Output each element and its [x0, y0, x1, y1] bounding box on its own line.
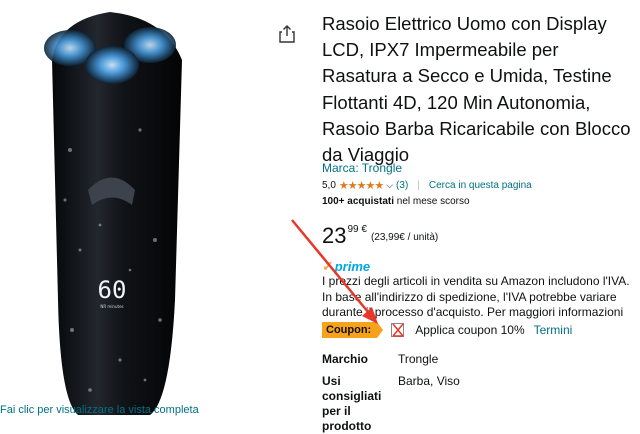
spec-value: Trongle [398, 352, 439, 366]
spec-value: Barba, Viso [398, 374, 460, 388]
rating-row: 5,0 ★★★★★ ⌵ (3) | Cerca in questa pagina [322, 179, 532, 192]
product-image[interactable]: 60 NR minutes [0, 0, 300, 415]
display-subtext: NR minutes [100, 304, 123, 309]
spec-row: Usi consigliati per il prodotto Barba, V… [322, 374, 460, 434]
search-page-link[interactable]: Cerca in questa pagina [429, 180, 532, 191]
price-whole: 23 [322, 223, 347, 248]
product-image-panel[interactable]: 60 NR minutes Fai clic per visualizzare … [0, 0, 300, 416]
product-specs: Marchio Trongle Usi consigliati per il p… [322, 352, 460, 434]
price-fraction: 99 € [347, 224, 367, 235]
purchases-count: 100+ acquistati [322, 196, 394, 207]
rating-stars[interactable]: ★★★★★ [339, 179, 384, 192]
display-reading: 60 [98, 276, 127, 304]
coupon-terms-link[interactable]: Termini [534, 323, 573, 337]
share-icon[interactable] [279, 25, 295, 43]
coupon-checkbox[interactable] [391, 323, 405, 337]
prime-badge: ✓ prime [322, 258, 370, 275]
prime-label: prime [334, 259, 371, 274]
rating-count-link[interactable]: (3) [396, 180, 408, 191]
close-icon [392, 323, 404, 337]
coupon-badge: Coupon: [322, 322, 384, 338]
price: 23 99 € (23,99€ / unità) [322, 224, 438, 248]
price-per-unit: (23,99€ / unità) [370, 232, 439, 243]
product-title: Rasoio Elettrico Uomo con Display LCD, I… [322, 13, 631, 166]
prime-check-icon: ✓ [322, 258, 334, 274]
purchases-info: 100+ acquistati nel mese scorso [322, 196, 470, 207]
chevron-down-icon[interactable]: ⌵ [386, 180, 393, 191]
separator: | [417, 180, 420, 191]
rating-value: 5,0 [322, 180, 336, 191]
brand-link[interactable]: Marca: Trongle [322, 161, 402, 175]
spec-row: Marchio Trongle [322, 352, 460, 374]
view-full-image-link[interactable]: Fai clic per visualizzare la vista compl… [0, 404, 199, 416]
spec-key: Usi consigliati per il prodotto [322, 374, 382, 433]
spec-key: Marchio [322, 352, 369, 366]
coupon-row: Coupon: Applica coupon 10% Termini [322, 322, 572, 338]
purchases-period: nel mese scorso [393, 196, 470, 207]
coupon-text: Applica coupon 10% [415, 323, 525, 337]
